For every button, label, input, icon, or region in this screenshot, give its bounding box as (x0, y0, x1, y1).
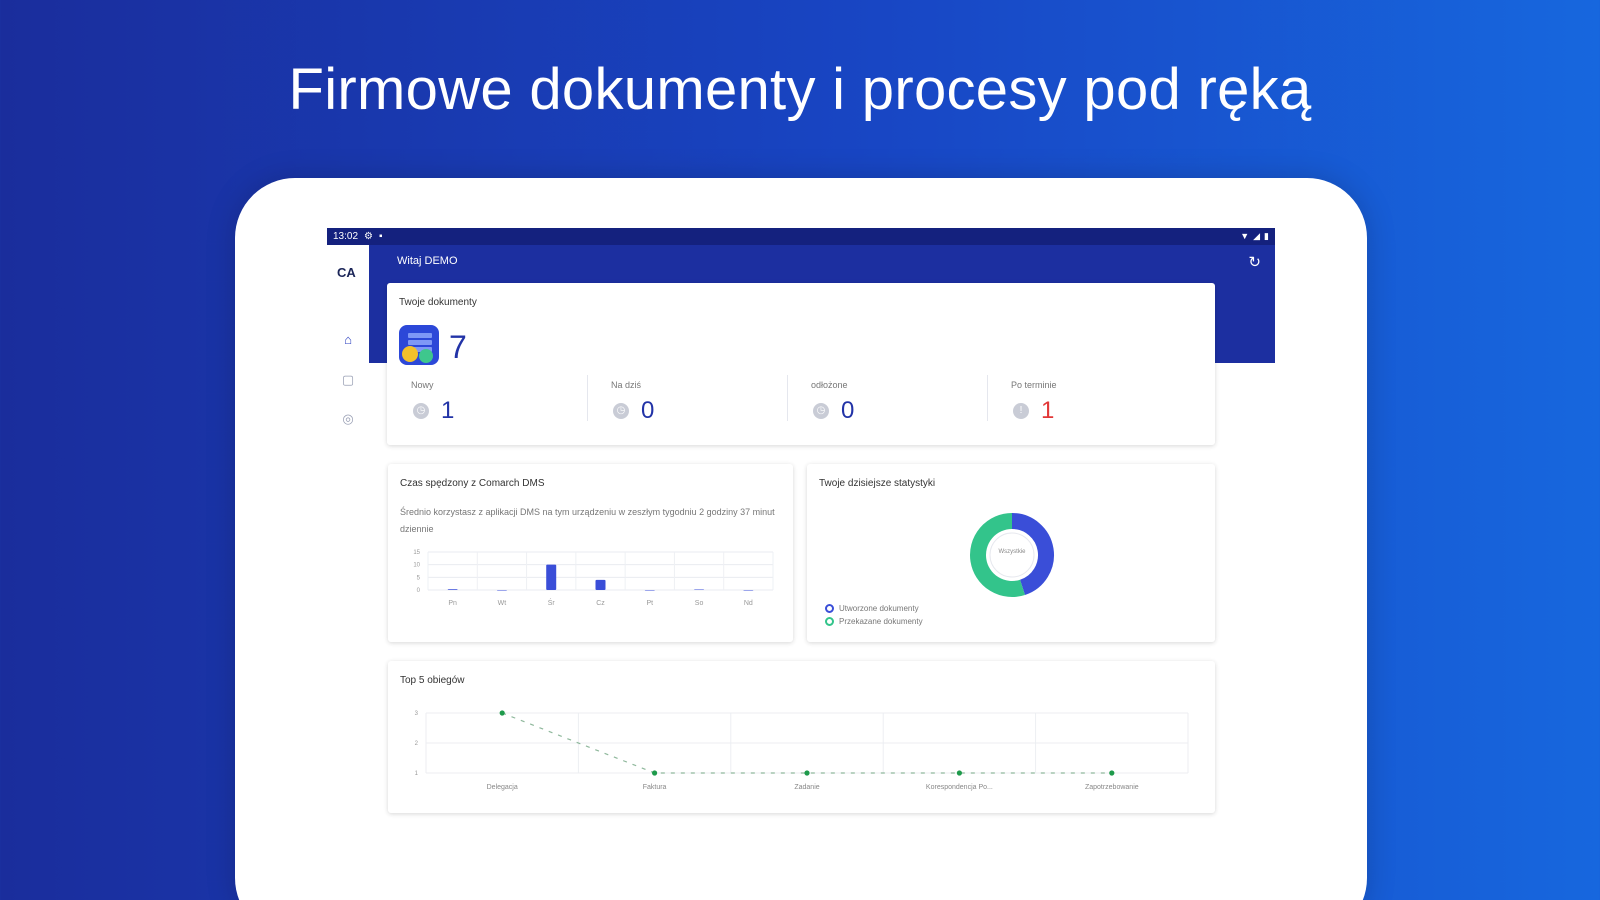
legend-forwarded: Przekazane dokumenty (825, 617, 923, 626)
stat-label: Nowy (411, 380, 434, 390)
data-point (652, 770, 658, 776)
x-tick-label: So (695, 600, 704, 607)
data-point (1109, 770, 1115, 776)
stat-value: 0 (641, 397, 655, 424)
top-workflows-title: Top 5 obiegów (400, 675, 465, 686)
y-tick-label: 2 (415, 741, 419, 747)
donut-center-label: Wszystkie (999, 549, 1027, 555)
x-tick-label: Zapotrzebowanie (1085, 784, 1139, 791)
x-tick-label: Zadanie (794, 784, 819, 791)
stat-value: 0 (841, 397, 855, 424)
stat-label: Na dziś (611, 380, 642, 390)
top-workflows-line-chart: 3 2 1 Delegacja Faktura Zadanie Korespondencja… (415, 710, 1189, 791)
status-time: 13:02 (333, 231, 359, 242)
document-icon[interactable]: ▢ (340, 372, 356, 388)
stat-label: odłożone (811, 380, 848, 390)
x-tick-label: Śr (548, 598, 556, 607)
data-point (804, 770, 810, 776)
headline: Firmowe dokumenty i procesy pod ręką (288, 57, 1312, 122)
documents-card[interactable]: Twoje dokumenty 7 Nowy ◷ 1 Na dziś ◷ 0 o… (387, 283, 1215, 445)
x-tick-label: Faktura (643, 784, 667, 791)
bar (546, 564, 557, 590)
legend-swatch (825, 604, 834, 613)
y-tick-label: 0 (417, 588, 421, 594)
documents-icon (399, 325, 439, 365)
navigation-rail: CA ⌂ ▢ ◎ (327, 245, 369, 900)
x-tick-label: Pt (646, 600, 653, 607)
bar (743, 590, 754, 591)
documents-total: 7 (449, 329, 467, 365)
battery-icon: ▮ (1264, 231, 1269, 241)
x-tick-label: Pn (448, 600, 457, 607)
legend-created: Utworzone dokumenty (825, 604, 919, 613)
data-point (499, 710, 505, 716)
clock-icon: ◷ (413, 403, 429, 419)
usage-card: Czas spędzony z Comarch DMS Średnio korz… (388, 464, 793, 642)
y-tick-label: 3 (415, 711, 419, 717)
y-tick-label: 5 (417, 575, 421, 581)
notification-icon: ▪ (379, 231, 383, 242)
wifi-icon: ▼ (1240, 231, 1250, 241)
usage-bar-chart: 15 10 5 0 Pn Wt Śr Cz Pt So Nd (413, 550, 774, 607)
legend-swatch (825, 617, 834, 626)
refresh-icon[interactable]: ↻ (1248, 253, 1261, 271)
usage-card-title: Czas spędzony z Comarch DMS (400, 478, 545, 489)
stat-new[interactable]: Nowy ◷ 1 (399, 375, 599, 435)
app-screen: 13:02 ⚙ ▪ ▼ ◢ ▮ CA ⌂ ▢ ◎ Witaj DEMO ↻ Tw… (327, 228, 1275, 900)
stat-label: Po terminie (1011, 380, 1057, 390)
legend-label: Utworzone dokumenty (839, 604, 919, 613)
x-tick-label: Nd (744, 600, 753, 607)
stat-postponed[interactable]: odłożone ◷ 0 (787, 375, 999, 435)
x-tick-label: Cz (596, 600, 605, 607)
x-tick-label: Delegacja (487, 784, 518, 791)
top-workflows-card: Top 5 obiegów 3 2 1 Delegacja Faktura Zadanie… (388, 661, 1215, 813)
bar (644, 590, 655, 591)
bar (447, 589, 458, 590)
y-tick-label: 15 (413, 550, 420, 556)
stats-donut-chart: Wszystkie (970, 513, 1054, 597)
daily-stats-card: Twoje dzisiejsze statystyki Wszystkie Ut… (807, 464, 1215, 642)
stat-today[interactable]: Na dziś ◷ 0 (587, 375, 799, 435)
clock-icon: ◷ (813, 403, 829, 419)
bar (595, 579, 606, 590)
documents-card-title: Twoje dokumenty (399, 297, 477, 308)
donut-center (989, 532, 1035, 578)
usage-description: Średnio korzystasz z aplikacji DMS na ty… (400, 507, 775, 534)
home-icon[interactable]: ⌂ (340, 332, 356, 348)
signal-icon: ◢ (1253, 231, 1261, 241)
data-point (956, 770, 963, 776)
settings-icon: ⚙ (364, 231, 373, 242)
app-bar-title: Witaj DEMO (397, 255, 458, 267)
y-tick-label: 1 (415, 771, 419, 777)
daily-stats-title: Twoje dzisiejsze statystyki (819, 478, 936, 489)
y-tick-label: 10 (413, 563, 420, 569)
stat-value: 1 (1041, 397, 1055, 424)
x-tick-label: Korespondencja Po... (926, 784, 993, 791)
app-logo: CA (337, 265, 356, 280)
bar (694, 589, 705, 590)
stat-overdue[interactable]: Po terminie ! 1 (987, 375, 1199, 435)
clock-icon: ◷ (613, 403, 629, 419)
bar (496, 590, 507, 591)
alert-icon: ! (1013, 403, 1029, 419)
stat-value: 1 (441, 397, 455, 424)
status-bar: 13:02 ⚙ ▪ ▼ ◢ ▮ (327, 228, 1275, 245)
account-icon[interactable]: ◎ (340, 411, 356, 427)
legend-label: Przekazane dokumenty (839, 617, 923, 626)
x-tick-label: Wt (498, 600, 507, 607)
